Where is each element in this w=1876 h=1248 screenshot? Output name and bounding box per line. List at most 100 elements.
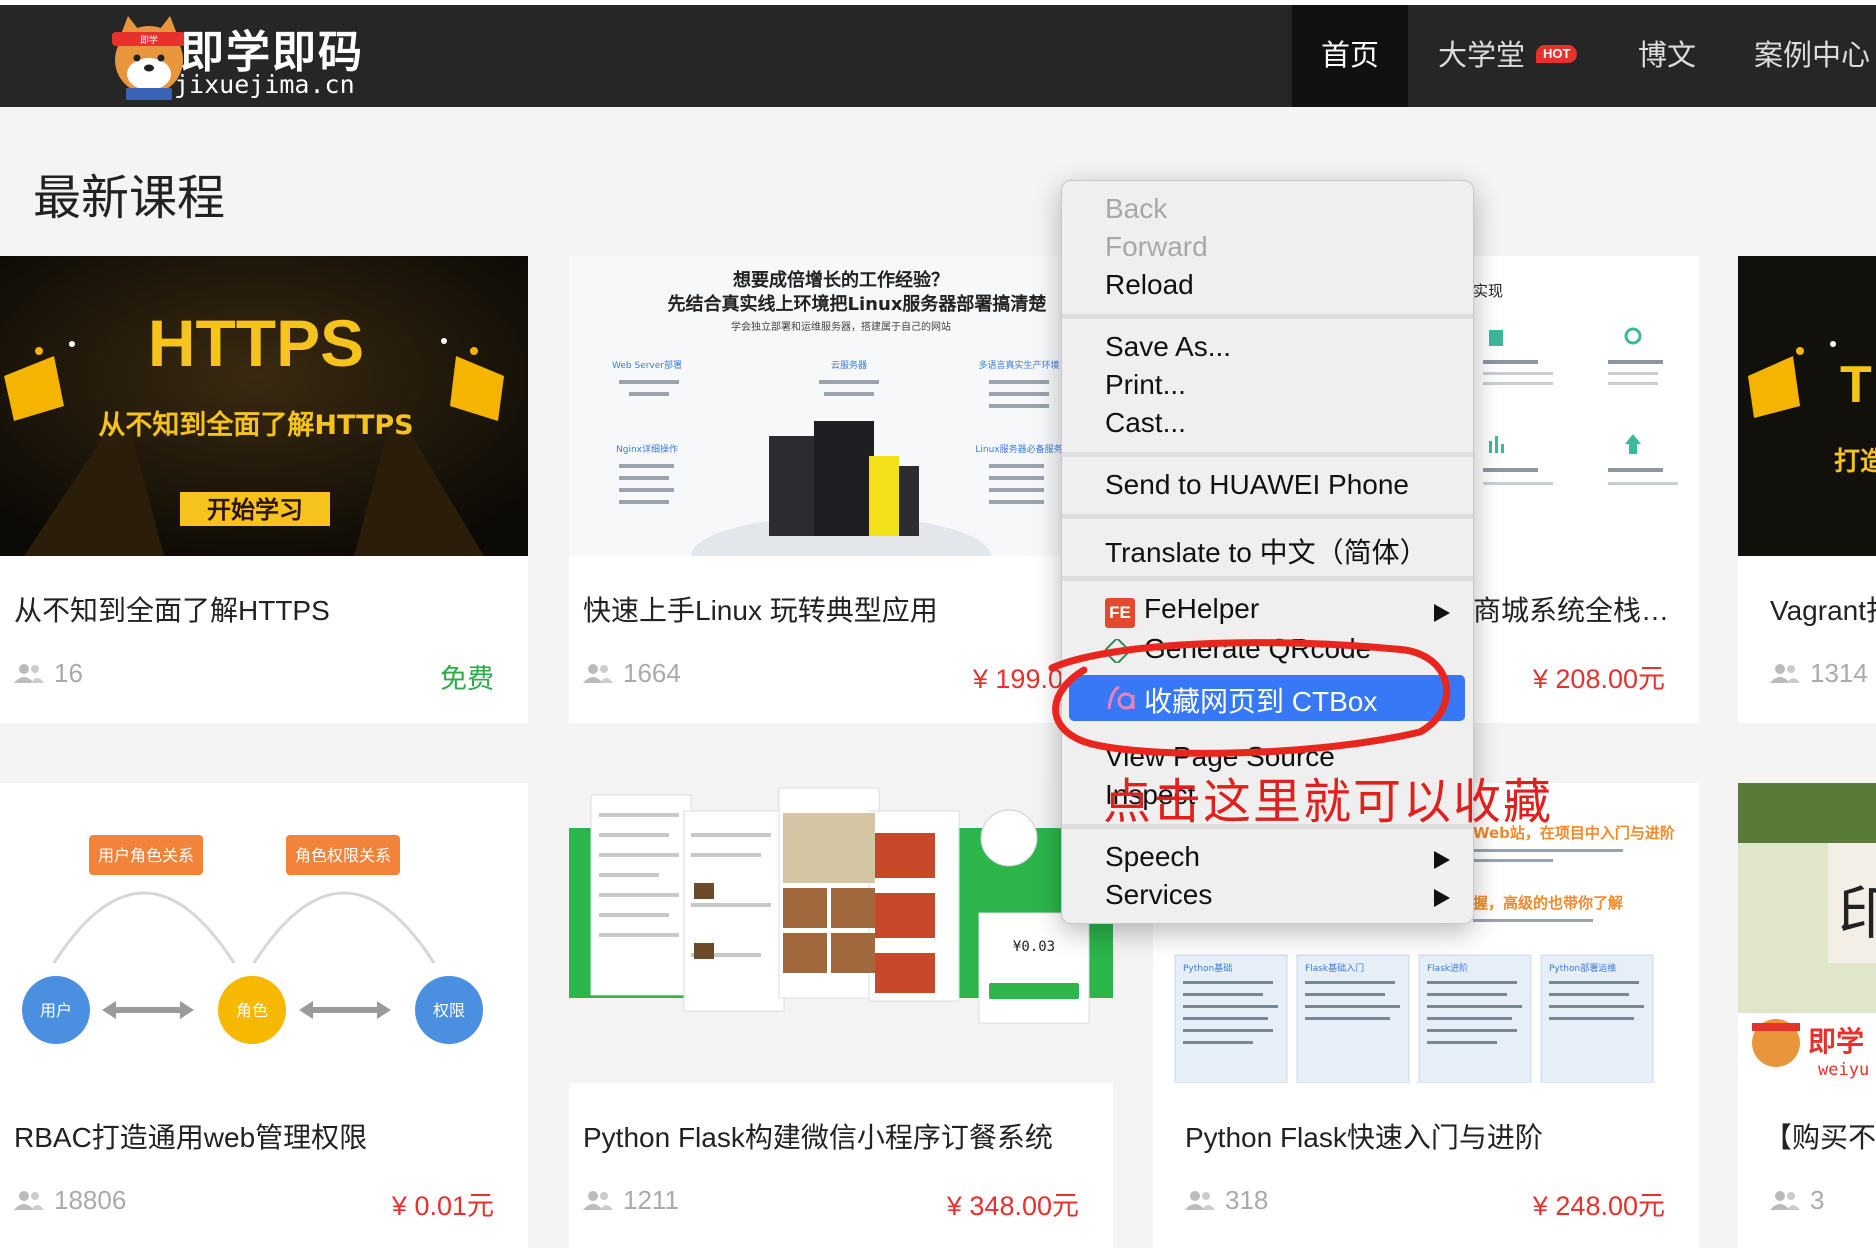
svg-text:T: T [1840,356,1872,414]
menu-item-translate[interactable]: Translate to 中文（简体） [1105,531,1428,571]
menu-separator [1062,452,1473,457]
submenu-arrow-icon [1434,604,1450,622]
menu-separator [1062,576,1473,581]
course-price: ¥ 348.00元 [946,1191,1079,1221]
weiyu-logo-subtitle: weiyu [1818,1060,1869,1080]
course-price: ¥ 0.01元 [391,1191,494,1221]
course-thumb-flask-miniprogram[interactable]: ¥0.03 [569,783,1113,1083]
course-price: ¥ 248.00元 [1532,1191,1665,1221]
people-icon [14,664,44,683]
https-thumb-title: HTTPS [148,306,364,380]
student-count-value: 1664 [623,658,681,688]
student-count-value: 318 [1225,1185,1269,1215]
linux-col-env: 多语言真实生产环境 [978,359,1059,371]
hot-badge: HOT [1536,45,1578,63]
menu-item-save-as[interactable]: Save As... [1105,331,1231,363]
student-count: 16 [14,658,83,689]
student-count: 1211 [583,1185,679,1216]
student-count: 3 [1770,1185,1824,1216]
linux-thumb-tagline: 学会独立部署和运维服务器，搭建属于自己的网站 [731,320,951,333]
menu-item-ctbox[interactable]: 收藏网页到 CTBox [1144,680,1377,720]
ctbox-icon [1107,685,1135,710]
student-count-value: 1314 [1810,658,1868,688]
menu-item-forward[interactable]: Forward [1105,231,1208,263]
people-icon [583,664,613,683]
menu-item-print[interactable]: Print... [1105,369,1186,401]
rbac-role-node: 角色 [236,1001,268,1020]
annotation-text: 点击这里就可以收藏 [1103,776,1554,829]
course-thumb-weiyu[interactable]: 印 即学 weiyu [1738,783,1876,1083]
menu-item-send-to-phone[interactable]: Send to HUAWEI Phone [1105,469,1409,501]
student-count-value: 18806 [54,1185,127,1215]
top-nav-bar: 即学 即学即码 jixuejima.cn 首页 大学堂 HOT 博文 案例中心 [0,0,1876,107]
course-thumb-rbac[interactable]: 用户角色关系 角色权限关系 用户 角色 权限 [0,783,528,1083]
flask-col-python: Python基础 [1183,962,1232,974]
course-title[interactable]: Python Flask构建微信小程序订餐系统 [583,1116,1053,1156]
course-price: ¥ 208.00元 [1532,664,1665,694]
linux-thumb-headline: 先结合真实线上环境把Linux服务器部署搞清楚 [668,293,1047,315]
course-card-weiyu[interactable]: 印 即学 weiyu 【购买不 3 [1738,783,1876,1248]
svg-text:印: 印 [1838,879,1876,947]
menu-separator [1062,514,1473,519]
qrcode-icon [1105,639,1129,663]
student-count: 1664 [583,658,681,689]
rbac-user-role-label: 用户角色关系 [98,846,194,865]
rbac-perm-node: 权限 [433,1001,465,1020]
course-title[interactable]: RBAC打造通用web管理权限 [14,1116,367,1156]
submenu-arrow-icon [1434,851,1450,869]
menu-item-back[interactable]: Back [1105,193,1167,225]
people-icon [583,1191,613,1210]
logo-subtitle[interactable]: jixuejima.cn [174,70,355,99]
mini-order-price: ¥0.03 [1013,939,1055,955]
menu-item-speech[interactable]: Speech [1105,841,1200,873]
flask-col-basic: Flask基础入门 [1305,962,1364,974]
linux-thumb-question: 想要成倍增长的工作经验？ [733,269,949,291]
nav-cases[interactable]: 案例中心 [1754,5,1870,107]
svg-text:即学: 即学 [140,34,158,46]
flask-thumb-banner-advanced: 握，高级的也带你了解 [1473,894,1623,912]
student-count: 1314 [1770,658,1868,689]
menu-item-cast[interactable]: Cast... [1105,407,1186,439]
student-count: 18806 [14,1185,126,1216]
people-icon [1770,1191,1800,1210]
menu-item-fehelper[interactable]: FeHelper [1144,593,1259,625]
linux-col-nginx: Nginx详细操作 [616,443,678,455]
top-strip [0,0,1876,5]
course-title[interactable]: Python Flask快速入门与进阶 [1185,1116,1543,1156]
menu-separator [1062,314,1473,319]
nav-blog[interactable]: 博文 [1638,5,1696,107]
nav-home[interactable]: 首页 [1292,5,1408,107]
course-title[interactable]: 商城系统全栈… [1473,589,1669,629]
submenu-arrow-icon [1434,889,1450,907]
course-title[interactable]: Vagrant打 [1770,589,1876,629]
student-count-value: 3 [1810,1185,1825,1215]
course-card-rbac[interactable]: 用户角色关系 角色权限关系 用户 角色 权限 RBAC打造通用web管理权限 1… [0,783,528,1248]
people-icon [14,1191,44,1210]
menu-item-reload[interactable]: Reload [1105,269,1194,301]
https-thumb-button: 开始学习 [207,496,303,524]
rbac-role-perm-label: 角色权限关系 [295,846,391,865]
course-card-https[interactable]: HTTPS 从不知到全面了解HTTPS 开始学习 从不知到全面了解HTTPS 1… [0,256,528,723]
course-title[interactable]: 【购买不 [1764,1116,1876,1156]
mall-thumb-heading: 实现 [1473,282,1503,300]
linux-col-web: Web Server部署 [612,359,682,371]
vagrant-thumb-text: 打造 [1834,447,1876,477]
menu-item-services[interactable]: Services [1105,879,1212,911]
menu-item-generate-qrcode[interactable]: Generate QRcode [1144,633,1371,665]
course-title[interactable]: 快速上手Linux 玩转典型应用 [583,589,938,629]
course-thumb-linux[interactable]: 想要成倍增长的工作经验？ 先结合真实线上环境把Linux服务器部署搞清楚 学会独… [569,256,1113,556]
course-thumb-vagrant[interactable]: T 打造 [1738,256,1876,556]
course-card-linux[interactable]: 想要成倍增长的工作经验？ 先结合真实线上环境把Linux服务器部署搞清楚 学会独… [569,256,1113,723]
section-title: 最新课程 [33,172,226,225]
nav-university[interactable]: 大学堂 [1438,5,1525,107]
price-free: 免费 [440,664,494,694]
nav-university-label: 大学堂 [1438,40,1526,72]
course-card-flask-miniprogram[interactable]: ¥0.03 Python Flask构建微信小程序订餐系统 1211 ¥ 348… [569,783,1113,1248]
course-card-vagrant[interactable]: T 打造 Vagrant打 1314 [1738,256,1876,723]
course-title[interactable]: 从不知到全面了解HTTPS [14,589,330,629]
linux-col-cloud: 云服务器 [831,359,867,371]
student-count-value: 1211 [623,1185,679,1215]
people-icon [1185,1191,1215,1210]
https-thumb-subtitle: 从不知到全面了解HTTPS [98,409,413,441]
course-thumb-https[interactable]: HTTPS 从不知到全面了解HTTPS 开始学习 [0,256,528,556]
